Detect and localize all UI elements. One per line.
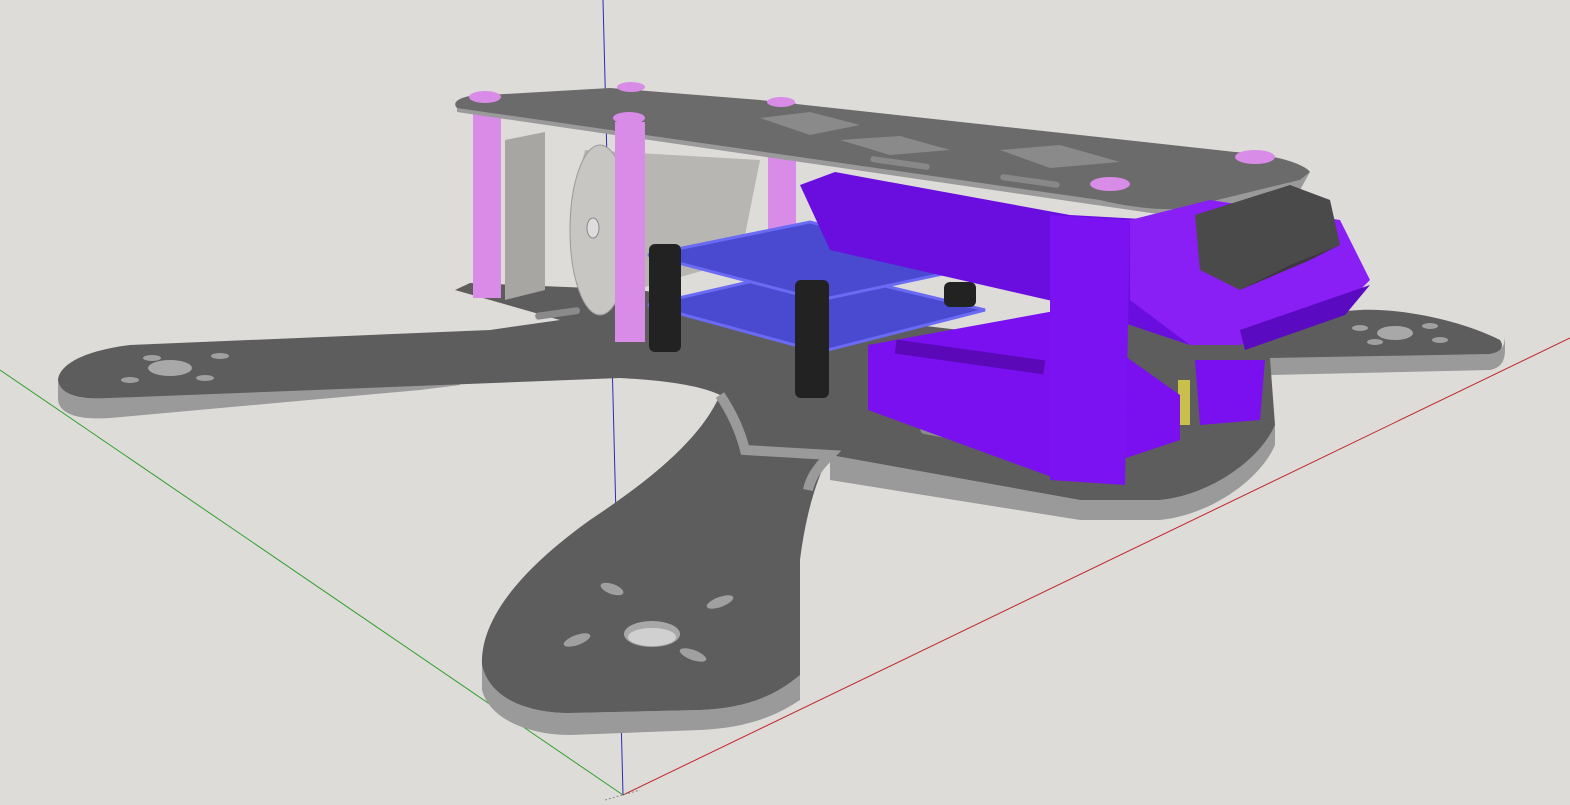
standoff-cap [1090,177,1130,191]
black-standoff [795,280,829,398]
motor-screw-slot [121,377,139,383]
motor-screw-slot [143,355,161,361]
black-standoff [944,282,976,307]
mount-pillar [1050,215,1130,485]
motor-screw-slot [1422,323,1438,329]
bottom-frame[interactable] [58,283,1505,735]
motor-screw-slot [1432,337,1448,343]
standoff-cap [767,97,795,107]
motor-screw-slot [196,375,214,381]
motor-screw-slot [211,353,229,359]
motor-center-hole [1377,326,1413,340]
motor-center-hole [148,360,192,376]
motor-hole-inner [628,628,676,646]
mount-rear-support [1195,360,1265,425]
motor-screw-slot [1352,325,1368,331]
standoff-front-left[interactable] [615,122,645,342]
motor-shaft [586,217,600,239]
motor-bracket [505,132,545,300]
black-standoff [649,244,681,352]
standoff [473,100,501,298]
standoff-cap [617,82,645,92]
scene-canvas[interactable] [0,0,1570,805]
standoff-cap [469,91,501,103]
motor-screw-slot [1367,339,1383,345]
3d-viewport[interactable] [0,0,1570,805]
standoff-cap [1235,150,1275,164]
frame-top-surface[interactable] [58,283,1502,713]
